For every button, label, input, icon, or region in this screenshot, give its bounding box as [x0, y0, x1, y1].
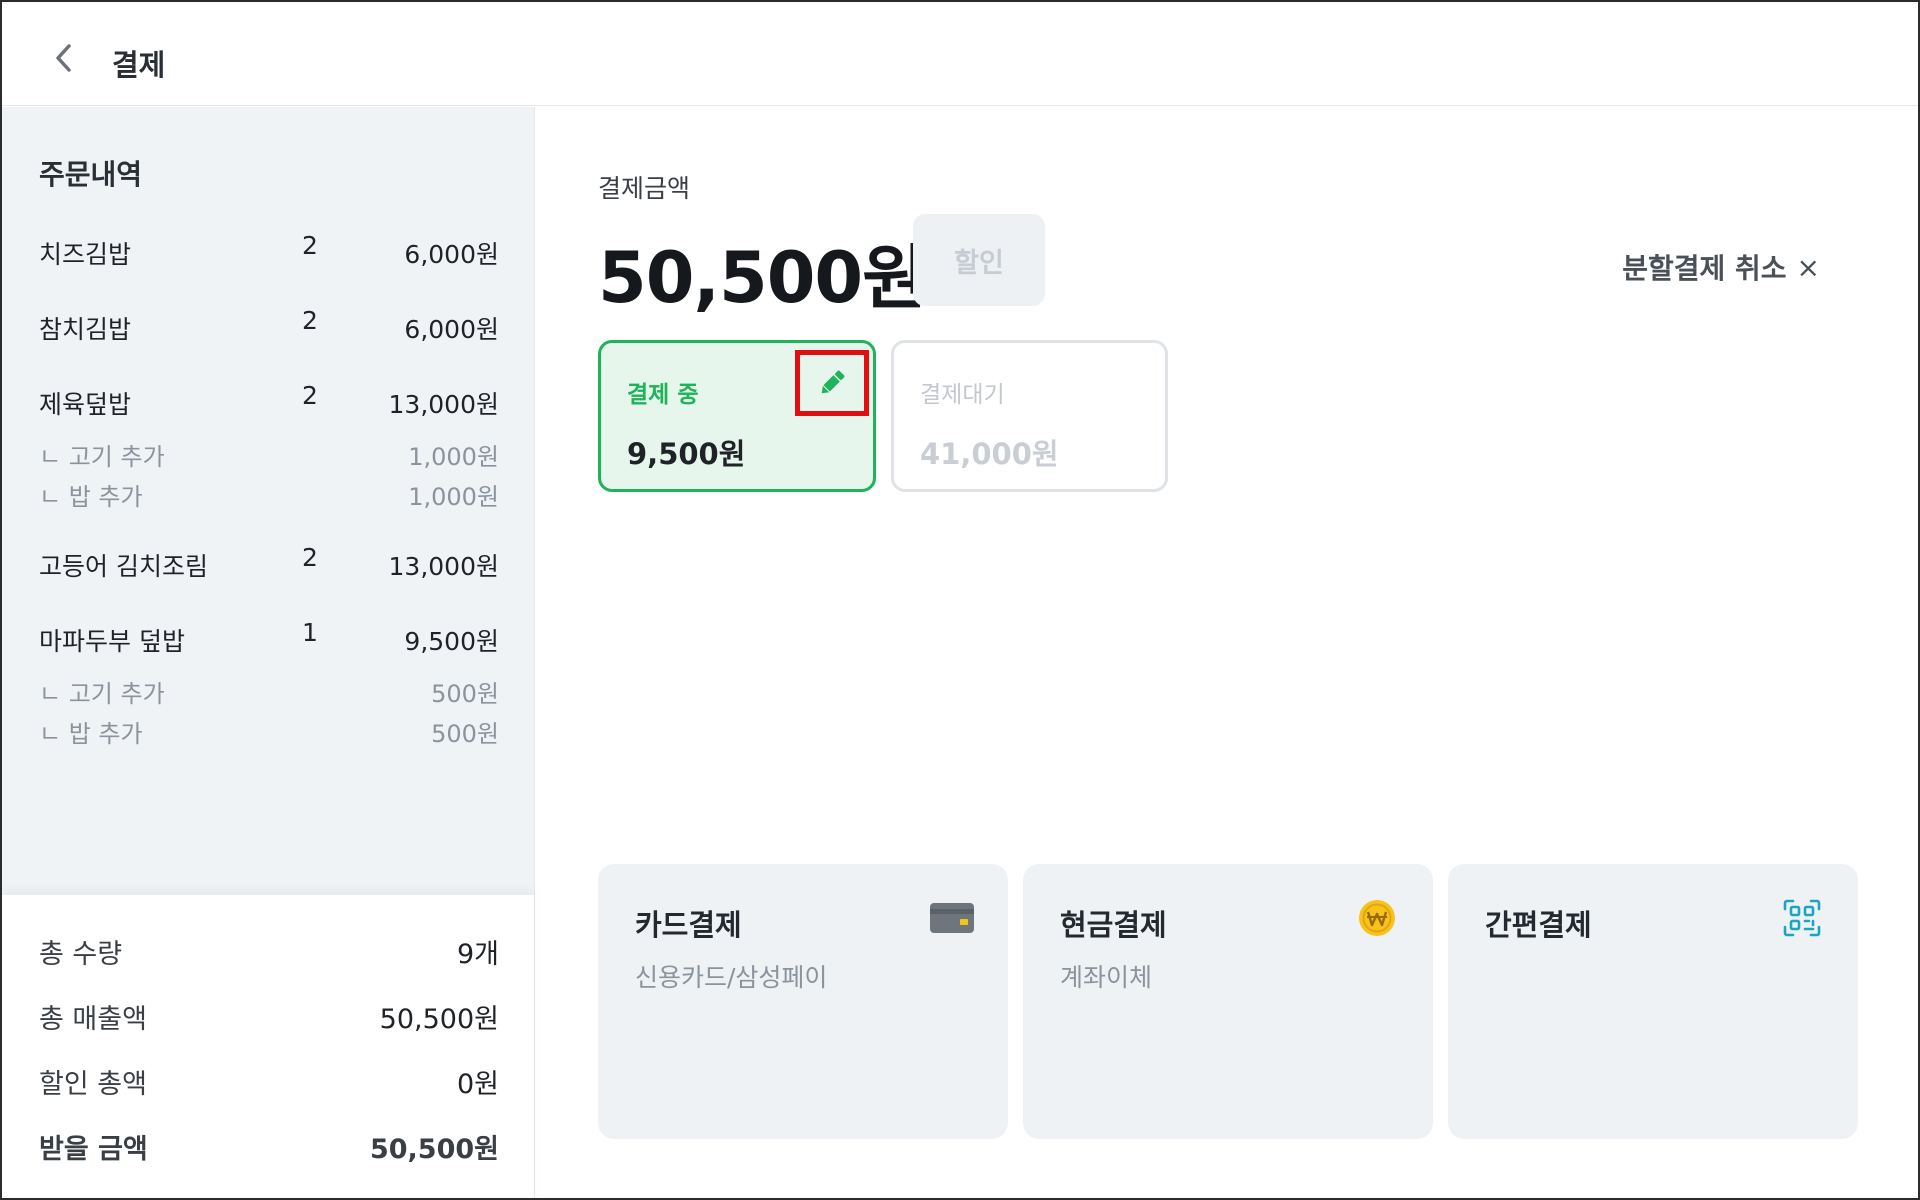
method-subtitle: 신용카드/삼성페이	[635, 963, 828, 992]
item-option: ㄴ 밥 추가 1,000원	[39, 477, 499, 511]
item-option: ㄴ 고기 추가 1,000원	[39, 437, 499, 471]
method-title: 간편결제	[1485, 908, 1592, 942]
cash-payment-button[interactable]: 현금결제 계좌이체	[1023, 864, 1433, 1139]
option-price: 500원	[431, 720, 499, 748]
option-name: ㄴ 밥 추가	[39, 720, 143, 748]
payment-status: 결제 중	[627, 382, 699, 408]
item-qty: 2	[302, 306, 318, 335]
item-name: 치즈김밥	[39, 240, 132, 269]
payment-amount: 41,000원	[920, 437, 1059, 471]
back-button[interactable]	[46, 40, 82, 76]
option-price: 1,000원	[408, 483, 499, 511]
item-name: 참치김밥	[39, 315, 132, 344]
item-qty: 2	[302, 381, 318, 410]
item-name: 고등어 김치조림	[39, 552, 208, 581]
item-price: 6,000원	[404, 240, 499, 269]
item-price: 13,000원	[388, 390, 499, 419]
option-price: 1,000원	[408, 443, 499, 471]
payment-status: 결제대기	[920, 382, 1005, 408]
option-name: ㄴ 고기 추가	[39, 443, 165, 471]
item-price: 13,000원	[388, 552, 499, 581]
pencil-icon	[821, 370, 845, 394]
discount-button[interactable]: 할인	[913, 214, 1045, 306]
qr-code-icon	[1779, 898, 1825, 938]
split-cancel-label: 분할결제 취소	[1622, 252, 1787, 285]
total-sales-label: 총 매출액	[39, 1004, 147, 1035]
header: 결제	[2, 2, 1918, 106]
order-summary: 총 수량 9개 총 매출액 50,500원 할인 총액 0원 받을 금액 50,…	[2, 895, 534, 1198]
item-name: 마파두부 덮밥	[39, 627, 185, 656]
app-window: 결제 주문내역 치즈김밥 2 6,000원 참치김밥 2 6,000원 제육덮밥…	[0, 0, 1920, 1200]
total-qty-label: 총 수량	[39, 939, 123, 970]
option-name: ㄴ 고기 추가	[39, 680, 165, 708]
amount-label: 결제금액	[598, 174, 691, 203]
close-icon: ×	[1796, 250, 1820, 284]
chevron-left-icon	[56, 44, 71, 72]
item-qty: 1	[302, 618, 318, 647]
order-sidebar: 주문내역 치즈김밥 2 6,000원 참치김밥 2 6,000원 제육덮밥 2 …	[2, 107, 535, 1198]
simple-payment-button[interactable]: 간편결제	[1448, 864, 1858, 1139]
payment-in-progress-card[interactable]: 결제 중 9,500원	[598, 340, 876, 492]
method-title: 현금결제	[1060, 908, 1167, 942]
amount-value: 50,500원	[598, 237, 927, 319]
total-qty-value: 9개	[456, 939, 499, 970]
receivable-value: 50,500원	[369, 1134, 499, 1165]
order-item: 치즈김밥 2 6,000원	[39, 231, 499, 275]
discount-total-label: 할인 총액	[39, 1069, 147, 1100]
credit-card-icon	[929, 898, 975, 938]
method-title: 카드결제	[635, 908, 742, 942]
order-list-title: 주문내역	[39, 158, 143, 191]
payment-pending-card[interactable]: 결제대기 41,000원	[891, 340, 1168, 492]
item-qty: 2	[302, 543, 318, 572]
won-coin-icon	[1354, 898, 1400, 938]
page-title: 결제	[112, 48, 166, 82]
order-item: 마파두부 덮밥 1 9,500원	[39, 618, 499, 662]
split-payment-cancel-button[interactable]: 분할결제 취소 ×	[1622, 247, 1820, 287]
option-name: ㄴ 밥 추가	[39, 483, 143, 511]
payment-amount: 9,500원	[627, 437, 746, 471]
item-price: 6,000원	[404, 315, 499, 344]
option-price: 500원	[431, 680, 499, 708]
order-item: 참치김밥 2 6,000원	[39, 306, 499, 350]
discount-total-value: 0원	[456, 1069, 499, 1100]
receivable-label: 받을 금액	[39, 1134, 148, 1165]
method-subtitle: 계좌이체	[1060, 963, 1153, 992]
order-item: 제육덮밥 2 13,000원	[39, 381, 499, 425]
item-qty: 2	[302, 231, 318, 260]
order-item: 고등어 김치조림 2 13,000원	[39, 543, 499, 587]
card-payment-button[interactable]: 카드결제 신용카드/삼성페이	[598, 864, 1008, 1139]
item-option: ㄴ 밥 추가 500원	[39, 714, 499, 748]
total-sales-value: 50,500원	[379, 1004, 499, 1035]
item-name: 제육덮밥	[39, 390, 132, 419]
item-option: ㄴ 고기 추가 500원	[39, 674, 499, 708]
payment-main: 결제금액 50,500원 할인 분할결제 취소 × 결제 중 9,500원 결제…	[536, 107, 1918, 1198]
item-price: 9,500원	[404, 627, 499, 656]
edit-button[interactable]	[795, 350, 869, 416]
